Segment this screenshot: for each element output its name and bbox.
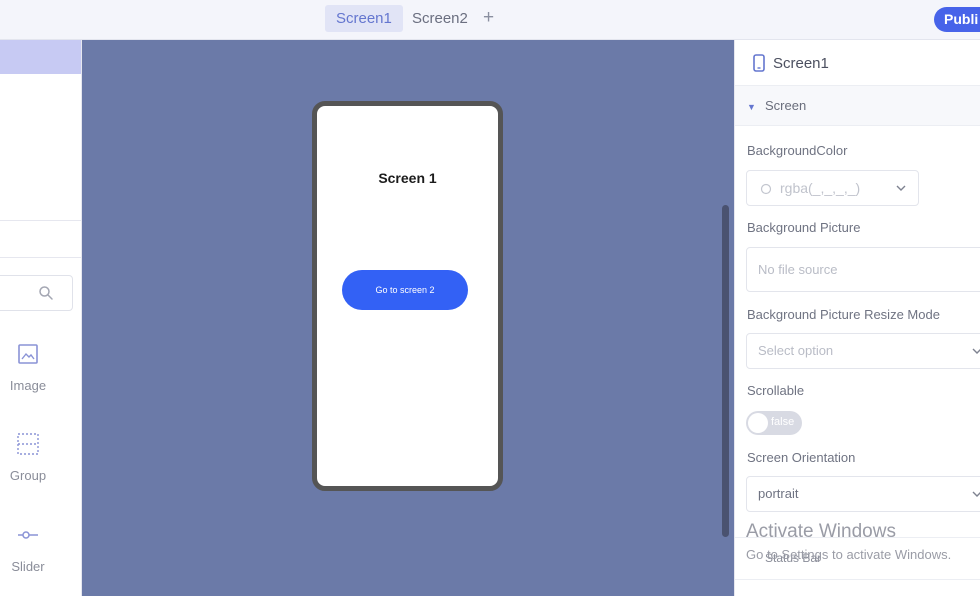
background-color-label: BackgroundColor <box>747 143 848 158</box>
widget-image[interactable]: Image <box>0 342 56 393</box>
phone-icon <box>753 54 765 72</box>
top-bar: Screen1 Screen2 + Publi <box>0 0 980 40</box>
widget-label: Image <box>9 378 47 393</box>
toggle-value: false <box>771 416 795 428</box>
widget-label: Group <box>9 468 47 483</box>
resize-mode-label: Background Picture Resize Mode <box>747 307 940 322</box>
group-icon <box>17 433 39 455</box>
widget-search-input[interactable] <box>0 275 73 311</box>
background-color-picker[interactable]: rgba(_,_,_,_) <box>746 170 919 206</box>
toggle-knob <box>748 413 768 433</box>
properties-title: Screen1 <box>773 55 829 72</box>
screen-section-toggle[interactable]: ▼ Screen <box>735 86 980 126</box>
widget-slider[interactable]: Slider <box>0 523 56 574</box>
scrollable-toggle[interactable]: false <box>746 411 802 435</box>
widget-label: Slider <box>11 559 45 574</box>
chevron-down-icon <box>972 348 980 354</box>
resize-mode-placeholder: Select option <box>758 343 834 358</box>
publish-button[interactable]: Publi <box>934 7 980 32</box>
section-label: Screen <box>765 98 807 113</box>
chevron-down-icon <box>896 185 906 191</box>
divider <box>0 220 81 221</box>
background-picture-input[interactable]: No file source <box>746 247 980 292</box>
chevron-down-icon <box>972 491 980 497</box>
phone-preview[interactable]: Screen 1 Go to screen 2 <box>312 101 503 491</box>
left-panel: Image Group Slider <box>0 40 82 596</box>
caret-down-icon: ▼ <box>747 102 756 112</box>
orientation-select[interactable]: portrait <box>746 476 980 512</box>
sidebar-selected-item[interactable] <box>0 40 81 74</box>
go-to-screen2-button[interactable]: Go to screen 2 <box>342 270 468 310</box>
resize-mode-select[interactable]: Select option <box>746 333 980 369</box>
properties-panel: Screen1 ▼ Screen BackgroundColor rgba(_,… <box>734 40 980 596</box>
widget-group[interactable]: Group <box>0 432 56 483</box>
watermark-title: Activate Windows <box>746 521 896 542</box>
tab-screen2[interactable]: Screen2 <box>401 5 479 32</box>
orientation-label: Screen Orientation <box>747 450 856 465</box>
scrollable-label: Scrollable <box>747 383 805 398</box>
properties-header: Screen1 <box>735 40 980 86</box>
background-picture-label: Background Picture <box>747 220 861 235</box>
activate-windows-watermark: Activate Windows Go to Settings to activ… <box>746 521 980 562</box>
color-swatch-icon <box>760 183 772 195</box>
background-picture-placeholder: No file source <box>758 262 838 277</box>
tab-screen1[interactable]: Screen1 <box>325 5 403 32</box>
add-screen-button[interactable]: + <box>483 7 494 29</box>
slider-icon <box>18 531 38 539</box>
screen-title-text[interactable]: Screen 1 <box>317 170 498 186</box>
search-icon <box>39 286 53 300</box>
color-value: rgba(_,_,_,_) <box>780 180 861 196</box>
divider <box>0 257 81 258</box>
orientation-value: portrait <box>758 486 799 501</box>
watermark-subtitle: Go to Settings to activate Windows. <box>746 547 952 562</box>
canvas-scrollbar[interactable] <box>722 205 729 537</box>
image-icon <box>18 344 38 364</box>
